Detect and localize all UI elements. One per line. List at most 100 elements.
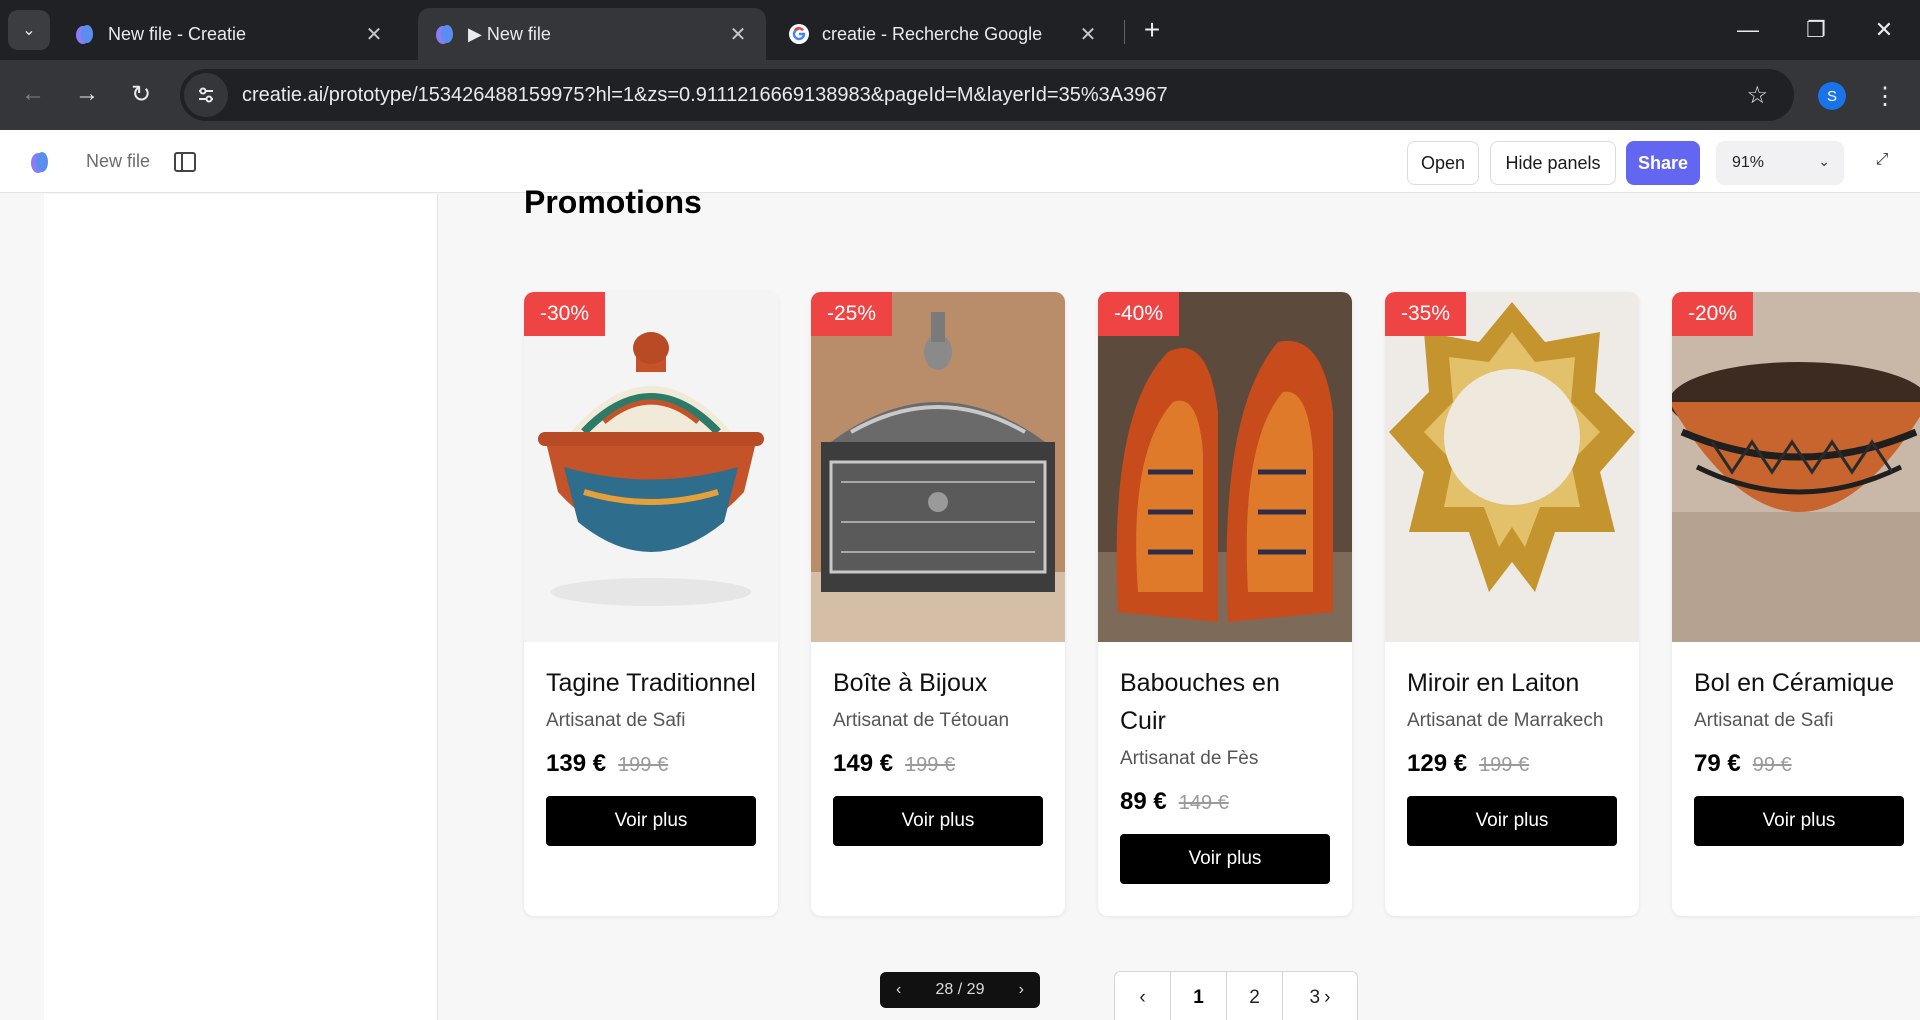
chevron-left-icon[interactable]: ‹ (896, 981, 901, 999)
product-card: -30% Tagine Traditionnel Artisanat de Sa… (524, 292, 778, 916)
product-old-price: 199 € (618, 754, 669, 776)
creatie-logo-icon[interactable] (28, 150, 52, 174)
page-number: 3 (1309, 987, 1321, 1008)
pagination-page-2[interactable]: 2 (1227, 972, 1283, 1020)
open-button[interactable]: Open (1407, 141, 1479, 185)
product-old-price: 199 € (1479, 754, 1530, 776)
creatie-logo-icon (76, 25, 93, 44)
pagination-page-3[interactable]: 3 › (1283, 972, 1357, 1020)
pagination: ‹ 1 2 3 › (1114, 971, 1358, 1020)
product-price: 139 € (546, 750, 607, 777)
product-old-price: 199 € (905, 754, 956, 776)
app-header: New file Open Hide panels Share 91% ⌄ ⤢ (0, 130, 1920, 193)
profile-avatar[interactable]: S (1818, 82, 1846, 110)
tab-title: New file - Creatie (108, 23, 247, 44)
reload-button[interactable]: ↻ (120, 73, 162, 115)
prototype-left-panel (44, 194, 438, 1020)
section-heading: Promotions (524, 184, 702, 220)
fullscreen-icon[interactable]: ⤢ (1872, 150, 1892, 170)
voir-plus-button[interactable]: Voir plus (546, 796, 756, 846)
product-name: Boîte à Bijoux (833, 669, 988, 697)
product-old-price: 149 € (1178, 792, 1229, 814)
product-image-mirror (1385, 292, 1639, 642)
product-card: -25% Boîte à Bijoux Artisanat de Tétouan… (811, 292, 1065, 916)
product-name: Bol en Céramique (1694, 669, 1895, 697)
tab-title: creatie - Recherche Google (822, 23, 1043, 44)
share-button[interactable]: Share (1626, 141, 1700, 185)
browser-toolbar: ← → ↻ creatie.ai/prototype/1534264881599… (0, 60, 1920, 130)
product-origin: Artisanat de Tétouan (833, 710, 1010, 731)
file-name[interactable]: New file (86, 151, 150, 172)
tune-icon (199, 87, 213, 103)
close-icon[interactable]: ✕ (1076, 22, 1100, 47)
discount-badge: -30% (524, 292, 606, 336)
chevron-left-icon: ‹ (1139, 987, 1146, 1008)
voir-plus-button[interactable]: Voir plus (1694, 796, 1904, 846)
product-price: 149 € (833, 750, 894, 777)
url-text: creatie.ai/prototype/153426488159975?hl=… (242, 83, 1168, 106)
close-icon[interactable]: ✕ (726, 22, 750, 47)
product-origin: Artisanat de Marrakech (1407, 710, 1604, 731)
creatie-logo-icon (436, 25, 453, 44)
product-card: -20% Bol en Céramique Artisanat de Safi … (1672, 292, 1920, 916)
discount-badge: -20% (1672, 292, 1754, 336)
chevron-down-icon: ⌄ (22, 22, 36, 39)
product-origin: Artisanat de Safi (1694, 710, 1834, 731)
bookmark-star-icon[interactable]: ☆ (1746, 81, 1768, 110)
arrow-left-icon: ← (21, 80, 45, 107)
tab-divider (1124, 20, 1125, 44)
chevron-right-icon[interactable]: › (1324, 987, 1330, 1009)
product-card: -40% Babouches en Cuir Artisanat de Fès … (1098, 292, 1352, 916)
tab-creatie-file[interactable]: New file - Creatie ✕ (58, 8, 402, 60)
voir-plus-button[interactable]: Voir plus (833, 796, 1043, 846)
reload-icon: ↻ (130, 80, 152, 108)
pagination-page-1[interactable]: 1 (1171, 972, 1227, 1020)
chevron-right-icon[interactable]: › (1019, 981, 1024, 999)
product-name: Babouches en Cuir (1120, 669, 1280, 735)
tab-search-button[interactable]: ⌄ (8, 10, 50, 50)
product-image-jewelry-box (811, 292, 1065, 642)
site-info-button[interactable] (184, 73, 228, 117)
zoom-select[interactable]: 91% ⌄ (1716, 141, 1844, 185)
minimize-button[interactable]: — (1718, 6, 1778, 54)
google-icon (789, 24, 809, 44)
zoom-value: 91% (1732, 154, 1765, 171)
frame-counter: 28 / 29 (935, 981, 985, 998)
product-card: -35% Miroir en Laiton Artisanat de Marra… (1385, 292, 1639, 916)
tab-title: ▶ New file (468, 23, 551, 44)
toggle-sidebar-icon[interactable] (174, 152, 196, 172)
product-image-babouches (1098, 292, 1352, 642)
product-price: 89 € (1120, 788, 1167, 815)
back-button[interactable]: ← (12, 73, 54, 115)
more-vertical-icon: ⋮ (1873, 82, 1897, 110)
discount-badge: -40% (1098, 292, 1180, 336)
arrow-right-icon: → (75, 80, 99, 107)
tab-new-file-active[interactable]: ▶ New file ✕ (418, 8, 766, 60)
new-tab-button[interactable]: + (1136, 12, 1168, 48)
prototype-frame-pager: ‹ 28 / 29 › (880, 972, 1040, 1008)
product-price: 79 € (1694, 750, 1741, 777)
product-old-price: 99 € (1752, 754, 1792, 776)
browser-menu-button[interactable]: ⋮ (1870, 78, 1900, 114)
forward-button[interactable]: → (66, 73, 108, 115)
browser-tab-strip: ⌄ New file - Creatie ✕ ▶ New file ✕ crea… (0, 0, 1920, 60)
discount-badge: -25% (811, 292, 893, 336)
pagination-prev-button[interactable]: ‹ (1115, 972, 1171, 1020)
address-bar[interactable]: creatie.ai/prototype/153426488159975?hl=… (180, 69, 1794, 121)
product-price: 129 € (1407, 750, 1468, 777)
hide-panels-button[interactable]: Hide panels (1490, 141, 1616, 185)
voir-plus-button[interactable]: Voir plus (1120, 834, 1330, 884)
tab-google-search[interactable]: creatie - Recherche Google ✕ (772, 8, 1116, 60)
restore-button[interactable]: ❐ (1786, 6, 1846, 54)
product-origin: Artisanat de Fès (1120, 748, 1259, 769)
close-icon[interactable]: ✕ (362, 22, 386, 47)
product-image-tagine (524, 292, 778, 642)
product-name: Miroir en Laiton (1407, 669, 1580, 697)
product-image-bowl (1672, 292, 1920, 642)
discount-badge: -35% (1385, 292, 1467, 336)
voir-plus-button[interactable]: Voir plus (1407, 796, 1617, 846)
product-origin: Artisanat de Safi (546, 710, 686, 731)
product-name: Tagine Traditionnel (546, 669, 756, 697)
window-close-button[interactable]: ✕ (1854, 6, 1914, 54)
chevron-down-icon: ⌄ (1818, 153, 1830, 169)
